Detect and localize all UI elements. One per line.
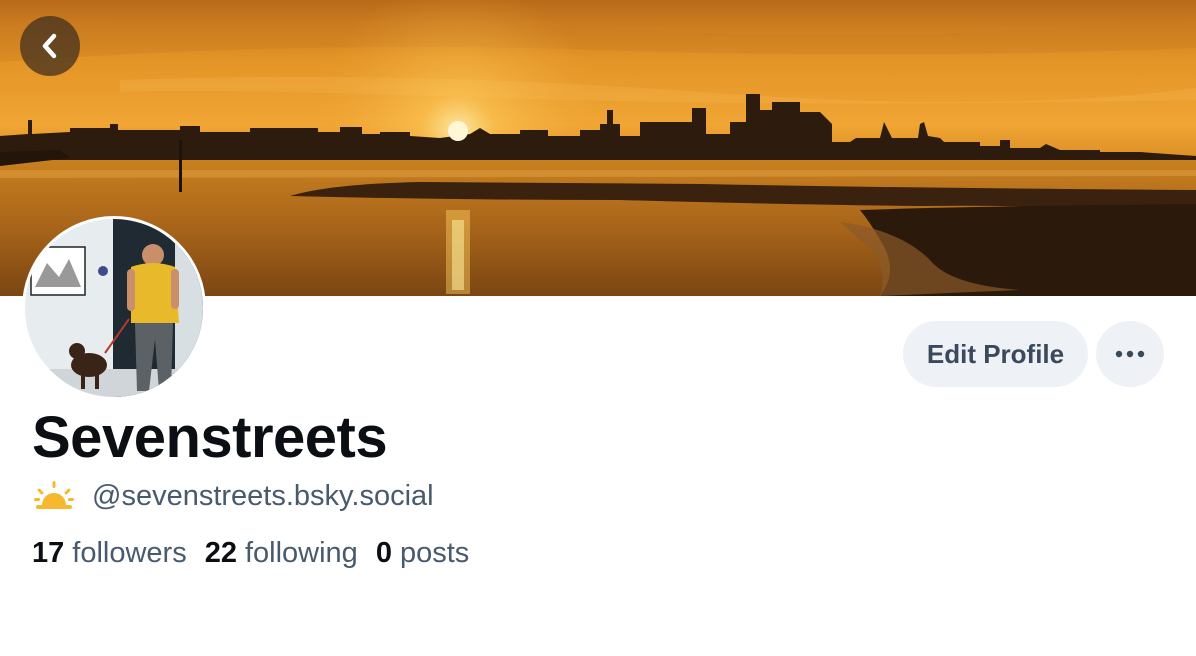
sunrise-emoji-icon	[34, 481, 74, 509]
back-button[interactable]	[20, 16, 80, 76]
following-link[interactable]: 22 following	[205, 537, 358, 570]
chevron-left-icon	[42, 33, 57, 59]
posts-count: 0	[375, 536, 392, 569]
followers-link[interactable]: 17 followers	[32, 537, 187, 570]
following-label: following	[244, 536, 358, 569]
followers-label: followers	[72, 536, 187, 569]
followers-count: 17	[32, 536, 65, 569]
following-count: 22	[204, 536, 237, 569]
more-options-button[interactable]	[1096, 321, 1164, 387]
profile-stats: 17 followers 22 following 0 posts	[32, 533, 487, 573]
profile-handle: @sevenstreets.bsky.social	[92, 479, 434, 512]
edit-profile-button[interactable]: Edit Profile	[903, 321, 1088, 387]
avatar[interactable]	[22, 216, 206, 400]
posts-label: posts	[399, 536, 470, 569]
ellipsis-icon	[1115, 350, 1145, 358]
posts-stat: 0 posts	[376, 537, 469, 570]
person-with-dog-photo	[25, 219, 203, 397]
display-name: Sevenstreets	[32, 405, 388, 470]
handle-row: @sevenstreets.bsky.social	[34, 478, 434, 514]
